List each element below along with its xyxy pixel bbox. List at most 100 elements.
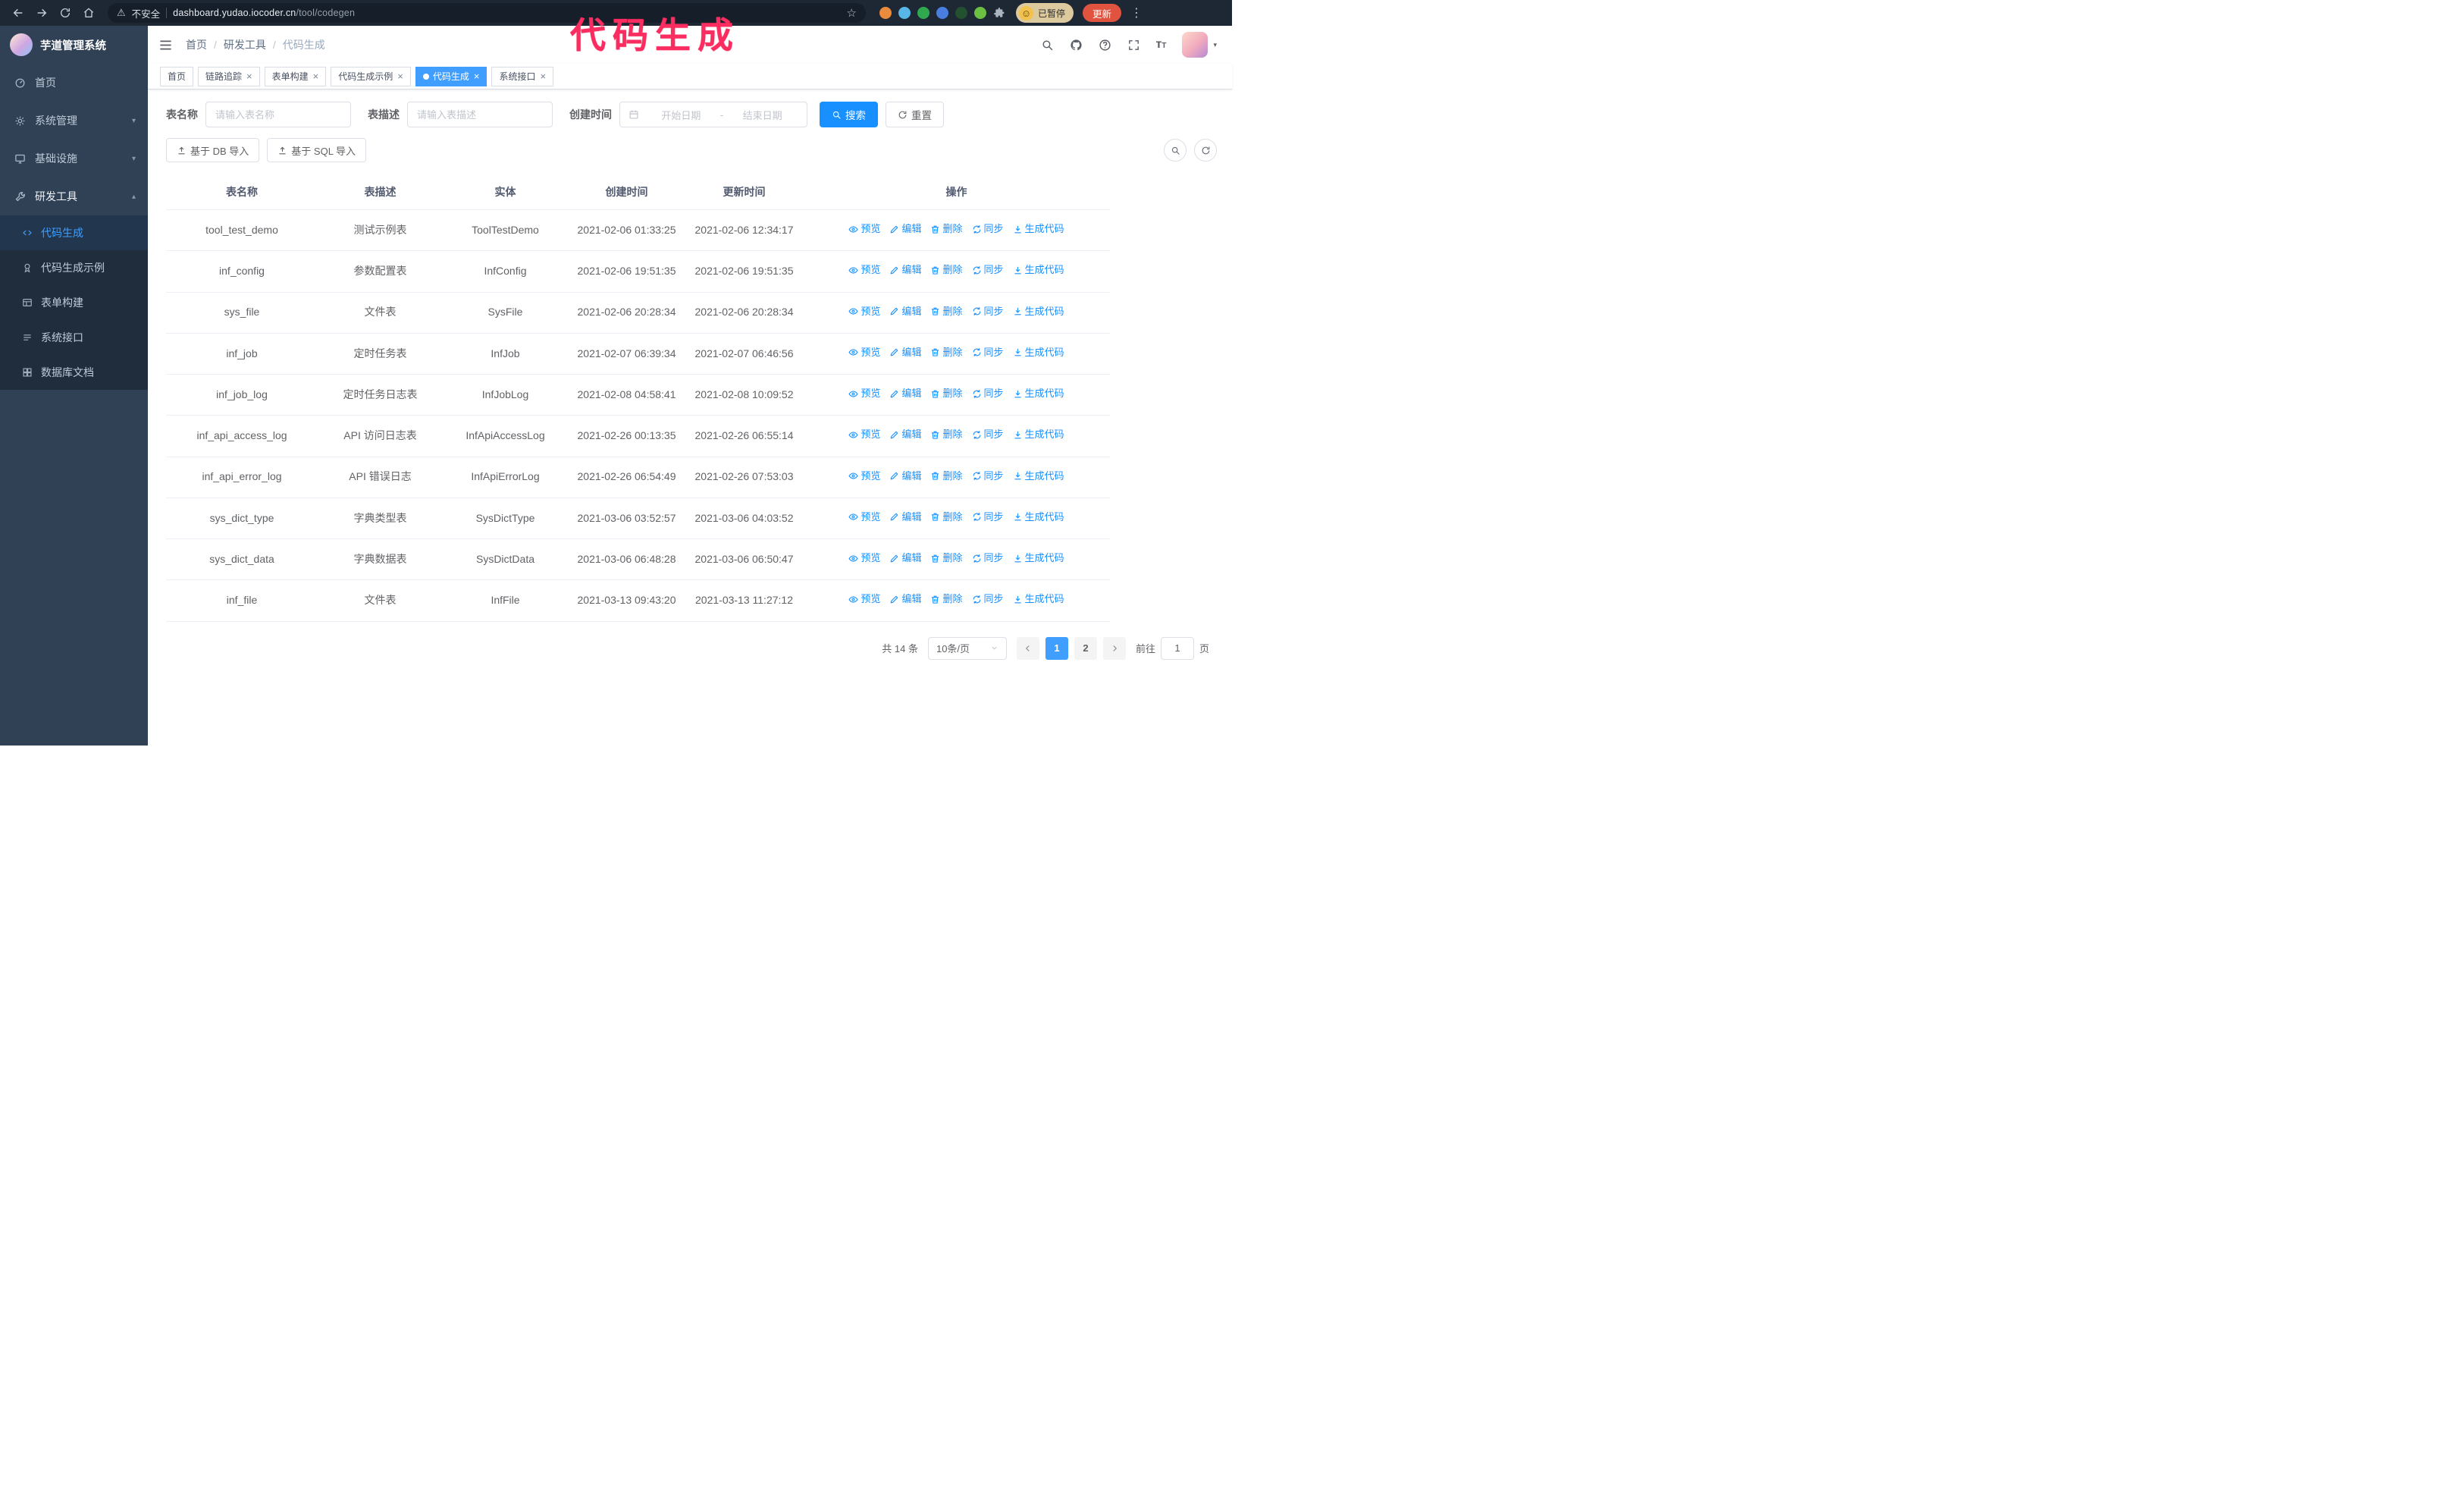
sidebar-subitem-codegen-example[interactable]: 代码生成示例 [0,250,148,285]
tab-codegen[interactable]: 代码生成 × [415,66,487,86]
generate-link[interactable]: 生成代码 [1013,221,1064,237]
close-icon[interactable]: × [313,71,319,81]
breadcrumb-item[interactable]: 研发工具 [224,37,266,52]
browser-reload-button[interactable] [55,3,75,24]
browser-menu-icon[interactable]: ⋮ [1127,5,1146,20]
edit-link[interactable]: 编辑 [889,345,921,360]
sidebar-subitem-codegen[interactable]: 代码生成 [0,215,148,250]
tab-codegen-example[interactable]: 代码生成示例 × [331,66,411,86]
sync-link[interactable]: 同步 [972,551,1004,566]
sync-link[interactable]: 同步 [972,386,1004,401]
edit-link[interactable]: 编辑 [889,427,921,442]
sidebar-item-devtools[interactable]: 研发工具 ▴ [0,177,148,215]
search-button[interactable]: 搜索 [820,102,878,127]
date-range-picker[interactable]: 开始日期 - 结束日期 [619,102,807,127]
extensions-puzzle-icon[interactable] [993,7,1005,19]
tab-system-api[interactable]: 系统接口 × [491,66,554,86]
edit-link[interactable]: 编辑 [889,551,921,566]
page-size-select[interactable]: 10条/页 [927,636,1007,660]
generate-link[interactable]: 生成代码 [1013,304,1064,319]
edit-link[interactable]: 编辑 [889,592,921,607]
app-logo[interactable]: 芋道管理系统 [0,26,148,64]
delete-link[interactable]: 删除 [930,551,963,566]
sync-link[interactable]: 同步 [972,345,1004,360]
sync-link[interactable]: 同步 [972,221,1004,237]
sidebar-item-home[interactable]: 首页 [0,64,148,102]
page-button-1[interactable]: 1 [1045,636,1068,660]
close-icon[interactable]: × [397,71,403,81]
preview-link[interactable]: 预览 [848,304,880,319]
extension-icon[interactable] [955,7,967,19]
toggle-search-button[interactable] [1164,139,1187,162]
sync-link[interactable]: 同步 [972,304,1004,319]
profile-sync-chip[interactable]: ☺ 已暂停 [1016,3,1074,23]
generate-link[interactable]: 生成代码 [1013,262,1064,278]
edit-link[interactable]: 编辑 [889,262,921,278]
sync-link[interactable]: 同步 [972,592,1004,607]
generate-link[interactable]: 生成代码 [1013,551,1064,566]
refresh-table-button[interactable] [1194,139,1217,162]
help-icon[interactable] [1099,39,1111,52]
browser-home-button[interactable] [78,3,99,24]
import-sql-button[interactable]: 基于 SQL 导入 [267,138,367,162]
page-button-2[interactable]: 2 [1074,636,1097,660]
sync-link[interactable]: 同步 [972,469,1004,484]
generate-link[interactable]: 生成代码 [1013,345,1064,360]
delete-link[interactable]: 删除 [930,262,963,278]
generate-link[interactable]: 生成代码 [1013,386,1064,401]
browser-forward-button[interactable] [31,3,52,24]
address-bar[interactable]: ⚠ 不安全 dashboard.yudao.iocoder.cn/tool/co… [108,3,866,23]
tab-tracer[interactable]: 链路追踪 × [198,66,260,86]
preview-link[interactable]: 预览 [848,427,880,442]
fullscreen-icon[interactable] [1127,39,1140,52]
font-size-icon[interactable]: тT [1156,39,1167,51]
extension-icon[interactable] [879,7,892,19]
close-icon[interactable]: × [246,71,252,81]
update-button[interactable]: 更新 [1083,4,1122,22]
bookmark-star-icon[interactable]: ☆ [847,6,857,20]
delete-link[interactable]: 删除 [930,469,963,484]
sidebar-subitem-form-builder[interactable]: 表单构建 [0,285,148,320]
delete-link[interactable]: 删除 [930,304,963,319]
preview-link[interactable]: 预览 [848,510,880,525]
security-label[interactable]: 不安全 [132,6,161,20]
import-db-button[interactable]: 基于 DB 导入 [166,138,260,162]
preview-link[interactable]: 预览 [848,221,880,237]
hamburger-icon[interactable] [158,38,173,52]
extension-icon[interactable] [898,7,911,19]
sidebar-subitem-db-doc[interactable]: 数据库文档 [0,355,148,390]
generate-link[interactable]: 生成代码 [1013,592,1064,607]
preview-link[interactable]: 预览 [848,592,880,607]
delete-link[interactable]: 删除 [930,592,963,607]
generate-link[interactable]: 生成代码 [1013,427,1064,442]
preview-link[interactable]: 预览 [848,469,880,484]
preview-link[interactable]: 预览 [848,262,880,278]
close-icon[interactable]: × [540,71,546,81]
prev-page-button[interactable] [1016,636,1039,660]
table-name-input[interactable] [205,102,351,127]
preview-link[interactable]: 预览 [848,551,880,566]
tab-home[interactable]: 首页 [160,66,194,86]
extension-icon[interactable] [917,7,929,19]
extension-icon[interactable] [974,7,986,19]
edit-link[interactable]: 编辑 [889,221,921,237]
goto-page-input[interactable] [1160,636,1194,660]
tab-form-builder[interactable]: 表单构建 × [264,66,327,86]
sidebar-subitem-system-api[interactable]: 系统接口 [0,320,148,355]
reset-button[interactable]: 重置 [886,102,944,127]
sidebar-item-infra[interactable]: 基础设施 ▾ [0,140,148,177]
edit-link[interactable]: 编辑 [889,386,921,401]
sync-link[interactable]: 同步 [972,262,1004,278]
search-icon[interactable] [1041,39,1054,52]
close-icon[interactable]: × [474,71,480,81]
delete-link[interactable]: 删除 [930,345,963,360]
breadcrumb-item[interactable]: 首页 [186,37,207,52]
table-desc-input[interactable] [407,102,553,127]
delete-link[interactable]: 删除 [930,510,963,525]
delete-link[interactable]: 删除 [930,427,963,442]
generate-link[interactable]: 生成代码 [1013,469,1064,484]
sync-link[interactable]: 同步 [972,427,1004,442]
extension-icon[interactable] [936,7,948,19]
next-page-button[interactable] [1102,636,1126,660]
github-icon[interactable] [1070,39,1083,52]
